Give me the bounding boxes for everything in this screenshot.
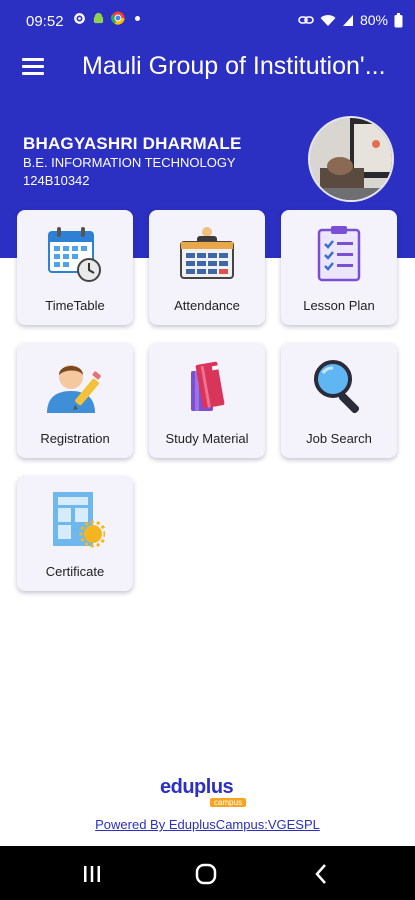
screen: 09:52 80% Mauli Group of Institution'...… (0, 0, 415, 900)
tile-label: Registration (40, 431, 110, 446)
logo-tag: campus (210, 798, 247, 807)
more-notifications-icon (135, 15, 140, 21)
back-icon[interactable] (308, 860, 336, 888)
eduplus-logo: eduplus campus (160, 776, 256, 810)
notification-icons (73, 11, 140, 25)
system-icons: 80% (298, 12, 403, 28)
tile-label: Attendance (174, 298, 240, 313)
home-icon[interactable] (192, 860, 220, 888)
tile-lesson-plan[interactable]: Lesson Plan (281, 210, 397, 325)
tile-label: Study Material (165, 431, 249, 446)
tile-label: Lesson Plan (303, 298, 375, 313)
gear-icon (74, 12, 85, 24)
tile-attendance[interactable]: Attendance (149, 210, 265, 325)
tile-label: Certificate (45, 564, 105, 579)
menu-button[interactable] (20, 54, 46, 78)
checklist-icon (317, 226, 361, 282)
profile-course: B.E. INFORMATION TECHNOLOGY (23, 155, 236, 170)
user-pencil-icon (47, 365, 101, 413)
tile-registration[interactable]: Registration (17, 343, 133, 458)
wifi-icon (320, 14, 336, 26)
tile-timetable[interactable]: TimeTable (17, 210, 133, 325)
battery-level: 80% (359, 12, 388, 28)
attendance-board-icon (180, 227, 234, 279)
tile-job-search[interactable]: Job Search (281, 343, 397, 458)
profile-id: 124B10342 (23, 173, 90, 188)
tile-label: TimeTable (45, 298, 105, 313)
recent-apps-icon[interactable] (78, 860, 106, 888)
certificate-icon (53, 492, 105, 548)
tile-study-material[interactable]: Study Material (149, 343, 265, 458)
app-bar: Mauli Group of Institution'... (0, 38, 415, 94)
calendar-clock-icon (48, 227, 101, 282)
logo-text: eduplus (160, 776, 234, 798)
status-bar: 09:52 80% (0, 0, 415, 38)
app-title: Mauli Group of Institution'... (82, 52, 386, 80)
powered-by-link[interactable]: Powered By EduplusCampus:VGESPL (0, 817, 415, 832)
tile-label: Job Search (306, 431, 372, 446)
avatar[interactable] (308, 116, 394, 202)
link-icon (298, 16, 314, 24)
battery-icon (394, 12, 403, 27)
tile-certificate[interactable]: Certificate (17, 476, 133, 591)
signal-icon (342, 14, 353, 26)
chrome-icon (111, 11, 125, 25)
books-icon (191, 361, 225, 411)
profile-name: BHAGYASHRI DHARMALE (23, 134, 242, 153)
android-icon (93, 12, 104, 23)
magnifier-icon (314, 360, 360, 414)
navigation-bar (0, 846, 415, 900)
status-time: 09:52 (26, 13, 64, 30)
avatar-photo (310, 118, 392, 200)
